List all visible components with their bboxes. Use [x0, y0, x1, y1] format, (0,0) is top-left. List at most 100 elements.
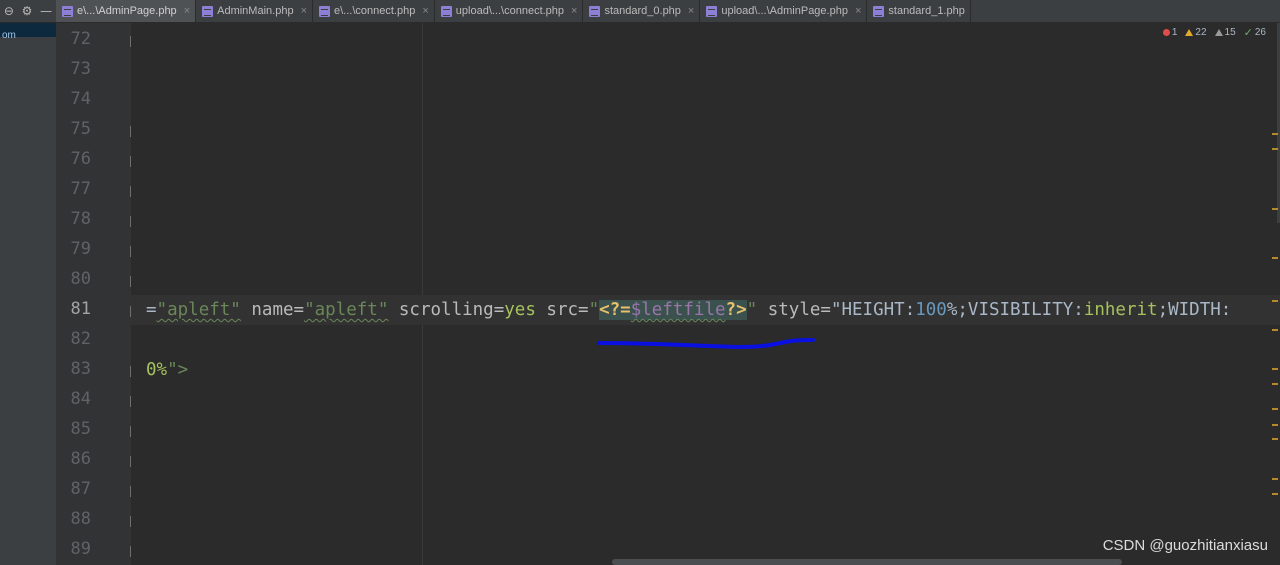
warning-marker[interactable] — [1272, 383, 1278, 385]
code-token: src= — [535, 300, 589, 320]
error-icon — [1162, 29, 1170, 36]
tab-label: standard_0.php — [604, 5, 681, 17]
close-icon[interactable]: × — [422, 5, 428, 17]
warning-marker[interactable] — [1272, 408, 1278, 410]
line-number: 73 — [70, 59, 91, 79]
line-number: 89 — [70, 539, 91, 559]
warnings-indicator[interactable]: 22 — [1185, 27, 1207, 38]
warning-marker[interactable] — [1272, 368, 1278, 370]
line-number: 72 — [70, 29, 91, 49]
project-tree-selected-item[interactable]: om — [0, 23, 56, 41]
warning-marker[interactable] — [1272, 329, 1278, 331]
tab-connect-e[interactable]: e\...\connect.php × — [313, 0, 435, 22]
watermark: CSDN @guozhitianxiasu — [1102, 537, 1268, 554]
warning-marker[interactable] — [1272, 133, 1278, 135]
line-number: 76 — [70, 149, 91, 169]
close-icon[interactable]: × — [301, 5, 307, 17]
line-number: 88 — [70, 509, 91, 529]
line-number: 82 — [70, 329, 91, 349]
warning-marker[interactable] — [1272, 148, 1278, 150]
php-close-tag: ?> — [725, 300, 747, 320]
close-icon[interactable]: × — [571, 5, 577, 17]
warning-marker[interactable] — [1272, 478, 1278, 480]
php-file-icon — [706, 5, 718, 17]
collapse-all-icon[interactable]: ⊖ — [4, 4, 14, 18]
code-token: 100 — [915, 300, 947, 320]
tab-label: standard_1.php — [888, 5, 965, 17]
code-token: = — [146, 300, 157, 320]
tab-label: e\...\AdminPage.php — [77, 5, 177, 17]
php-file-icon — [440, 5, 452, 17]
tab-standard-0[interactable]: standard_0.php × — [583, 0, 701, 22]
warning-marker[interactable] — [1272, 424, 1278, 426]
code-line-81[interactable]: ="apleft" name="apleft" scrolling=yes sr… — [146, 295, 1231, 325]
php-file-icon — [873, 5, 885, 17]
error-count: 1 — [1171, 27, 1178, 38]
tab-label: AdminMain.php — [217, 5, 294, 17]
tab-label: e\...\connect.php — [334, 5, 416, 17]
code-token: "apleft" — [156, 300, 241, 320]
tab-adminpage-upload[interactable]: upload\...\AdminPage.php × — [700, 0, 868, 22]
tab-label: upload\...\AdminPage.php — [721, 5, 848, 17]
inspection-widget[interactable]: 1 22 15 ✓ 26 — [1162, 26, 1266, 39]
code-token: " — [746, 300, 758, 320]
check-icon: ✓ — [1243, 27, 1253, 39]
code-token: name= — [240, 300, 305, 320]
php-file-icon — [62, 5, 73, 17]
close-icon[interactable]: × — [184, 5, 190, 17]
line-number: 77 — [70, 179, 91, 199]
tab-label: upload\...\connect.php — [455, 5, 565, 17]
line-number: 86 — [70, 449, 91, 469]
warning-marker[interactable] — [1272, 257, 1278, 259]
code-editor[interactable]: ="apleft" name="apleft" scrolling=yes sr… — [131, 23, 1280, 565]
php-file-icon — [589, 5, 601, 17]
code-token: yes — [504, 300, 536, 320]
warning-marker[interactable] — [1272, 438, 1278, 440]
weak-warning-icon — [1214, 29, 1223, 36]
code-token: ;WIDTH: — [1157, 300, 1232, 320]
php-variable: $leftfile — [630, 300, 726, 320]
code-token: "> — [167, 360, 189, 380]
code-line-83[interactable]: 0%"> — [146, 355, 188, 385]
error-stripe[interactable] — [1268, 23, 1280, 565]
warning-icon — [1185, 29, 1194, 36]
warning-count: 22 — [1195, 27, 1207, 38]
warning-marker[interactable] — [1272, 208, 1278, 210]
line-number: 78 — [70, 209, 91, 229]
project-tree-item-label: om — [2, 30, 16, 41]
hide-panel-icon[interactable]: — — [40, 4, 52, 18]
line-number: 84 — [70, 389, 91, 409]
line-number: 83 — [70, 359, 91, 379]
tab-connect-upload[interactable]: upload\...\connect.php × — [435, 0, 584, 22]
php-open-tag: <?= — [599, 300, 631, 320]
code-token: style= — [757, 300, 831, 320]
horizontal-scrollbar-thumb[interactable] — [612, 559, 1122, 565]
tab-adminmain[interactable]: AdminMain.php × — [196, 0, 313, 22]
warning-marker[interactable] — [1272, 493, 1278, 495]
project-panel: om — [0, 23, 56, 565]
code-token: scrolling= — [388, 300, 505, 320]
line-number: 80 — [70, 269, 91, 289]
code-token: " — [588, 300, 600, 320]
tab-adminpage-e[interactable]: e\...\AdminPage.php × — [56, 0, 197, 22]
php-file-icon — [202, 5, 214, 17]
project-panel-toolbar: ⊖ ⚙ — — [0, 0, 56, 22]
code-token: "apleft" — [304, 300, 389, 320]
weak-warnings-indicator[interactable]: 15 — [1214, 27, 1236, 38]
close-icon[interactable]: × — [688, 5, 694, 17]
gear-icon[interactable]: ⚙ — [22, 4, 33, 18]
line-number: 74 — [70, 89, 91, 109]
line-number-gutter[interactable]: 72 73 74 75 76 77 78 79 80 81 82 83 84 8… — [56, 23, 141, 565]
line-number: 87 — [70, 479, 91, 499]
php-file-icon — [319, 5, 330, 17]
close-icon[interactable]: × — [855, 5, 861, 17]
editor-tab-bar: ⊖ ⚙ — e\...\AdminPage.php × AdminMain.ph… — [0, 0, 1280, 23]
errors-indicator[interactable]: 1 — [1162, 27, 1178, 38]
line-number: 79 — [70, 239, 91, 259]
warning-marker[interactable] — [1272, 300, 1278, 302]
code-token: "HEIGHT: — [830, 300, 916, 320]
tab-standard-1[interactable]: standard_1.php — [867, 0, 971, 22]
typo-count: 26 — [1254, 27, 1266, 38]
typos-indicator[interactable]: ✓ 26 — [1244, 26, 1266, 39]
code-token: inherit — [1083, 300, 1158, 320]
